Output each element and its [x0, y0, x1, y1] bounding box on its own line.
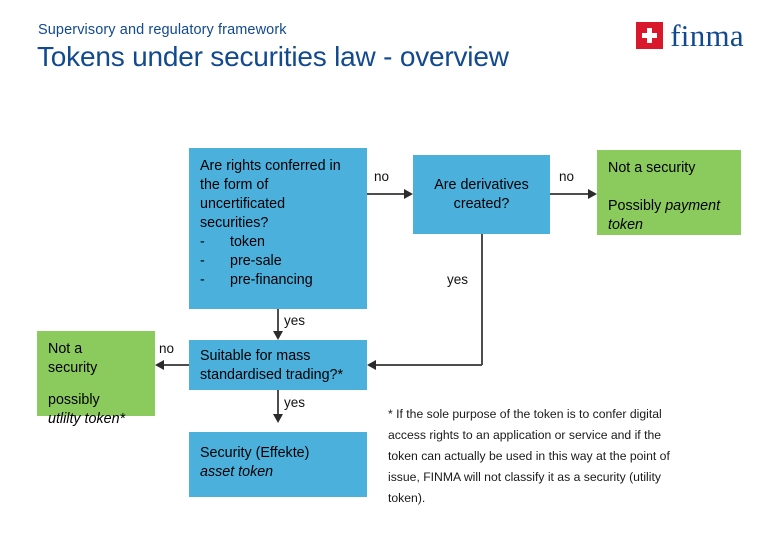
- edge-derivatives-to-mass-trading-vertical: [481, 234, 483, 365]
- rights-question-bullets: - token - pre-sale - pre-financing: [200, 233, 357, 290]
- node-security-outcome: Security (Effekte) asset token: [189, 432, 367, 497]
- node-rights-question: Are rights conferred in the form of unce…: [189, 148, 367, 309]
- bullet-text: pre-financing: [230, 272, 313, 288]
- rights-question-line4: securities?: [200, 215, 269, 231]
- mass-trading-line2: standardised trading?*: [200, 367, 344, 383]
- edge-label-rights-to-derivatives: no: [374, 169, 390, 184]
- payment-outcome-prefix: Possibly: [608, 198, 666, 214]
- utility-outcome-emphasis: utlilty token*: [48, 411, 126, 427]
- node-payment-token-outcome: Not a security Possibly payment token: [597, 150, 741, 235]
- page-title: Tokens under securities law - overview: [37, 41, 509, 72]
- edge-label-mass-trading-to-security: yes: [284, 395, 306, 410]
- list-item: - pre-financing: [200, 271, 357, 290]
- rights-question-line1: Are rights conferred in: [200, 158, 341, 174]
- footnote-text: * If the sole purpose of the token is to…: [388, 407, 670, 505]
- edge-label-rights-to-mass-trading: yes: [284, 313, 306, 328]
- bullet-text: pre-sale: [230, 253, 282, 269]
- list-item: - pre-sale: [200, 252, 357, 271]
- payment-outcome-line1: Not a security: [608, 160, 696, 176]
- utility-outcome-spacer: [48, 378, 145, 391]
- utility-outcome-line2: security: [48, 360, 98, 376]
- edge-rights-to-derivatives-arrowhead: [404, 189, 413, 199]
- rights-question-line2: the form of: [200, 177, 269, 193]
- edge-derivatives-to-mass-trading-arrowhead: [367, 360, 376, 370]
- edge-rights-to-derivatives: [367, 193, 405, 195]
- security-outcome-line1: Security (Effekte): [200, 445, 310, 461]
- swiss-cross-icon: [636, 22, 664, 49]
- derivatives-question-line2: created?: [453, 195, 510, 212]
- edge-derivatives-to-mass-trading-horizontal: [376, 364, 482, 366]
- edge-rights-to-mass-trading-arrowhead: [273, 331, 283, 340]
- edge-derivatives-to-payment-arrowhead: [588, 189, 597, 199]
- edge-label-mass-trading-to-utility: no: [159, 341, 175, 356]
- utility-outcome-line1: Not a: [48, 341, 83, 357]
- node-derivatives-question: Are derivatives created?: [413, 155, 550, 234]
- finma-logo: finma: [636, 20, 744, 51]
- node-utility-token-outcome: Not a security possibly utlilty token*: [37, 331, 155, 427]
- edge-label-derivatives-to-mass-trading: yes: [447, 272, 469, 287]
- edge-mass-trading-to-security: [277, 390, 279, 416]
- edge-mass-trading-to-security-arrowhead: [273, 414, 283, 423]
- bullet-dash: -: [200, 234, 205, 250]
- rights-question-line3: uncertificated: [200, 196, 286, 212]
- bullet-dash: -: [200, 253, 205, 269]
- payment-outcome-line2: Possibly payment token: [608, 197, 731, 235]
- list-item: - token: [200, 233, 357, 252]
- edge-mass-trading-to-utility-arrowhead: [155, 360, 164, 370]
- bullet-text: token: [230, 234, 265, 250]
- payment-outcome-spacer: [608, 178, 731, 197]
- edge-label-derivatives-to-payment: no: [559, 169, 575, 184]
- edge-mass-trading-to-utility: [164, 364, 189, 366]
- security-outcome-emphasis: asset token: [200, 464, 274, 480]
- derivatives-question-line1: Are derivatives: [434, 176, 529, 193]
- bullet-dash: -: [200, 272, 205, 288]
- edge-derivatives-to-payment: [550, 193, 590, 195]
- mass-trading-line1: Suitable for mass: [200, 348, 311, 364]
- edge-rights-to-mass-trading: [277, 309, 279, 333]
- logo-wordmark: finma: [670, 18, 744, 53]
- node-mass-trading-question: Suitable for mass standardised trading?*: [189, 340, 367, 390]
- utility-outcome-line3: possibly: [48, 392, 100, 408]
- header-kicker: Supervisory and regulatory framework: [38, 22, 287, 38]
